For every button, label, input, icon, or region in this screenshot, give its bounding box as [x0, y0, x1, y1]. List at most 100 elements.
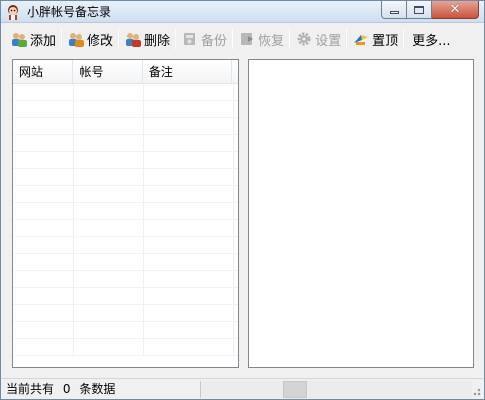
close-icon: ✕ [449, 1, 461, 17]
edit-user-icon [69, 33, 85, 47]
column-header-website[interactable]: 网站 [13, 60, 74, 84]
list-row-empty [13, 339, 238, 356]
list-cell-empty [144, 271, 234, 287]
list-row-empty [13, 135, 238, 152]
add-user-icon [12, 33, 27, 47]
list-body[interactable] [13, 84, 238, 356]
add-button[interactable]: 添加 [7, 27, 59, 51]
list-cell-empty [144, 186, 234, 202]
list-cell-empty [144, 118, 234, 134]
list-cell-empty [13, 305, 74, 321]
fat-character-icon [8, 5, 18, 20]
list-cell-empty [74, 288, 144, 304]
backup-button[interactable]: 备份 [178, 27, 230, 51]
list-row-empty [13, 220, 238, 237]
list-cell-empty [74, 169, 144, 185]
toolbar-separator [175, 29, 177, 49]
list-cell-empty [74, 135, 144, 151]
list-cell-empty [144, 254, 234, 270]
restore-button[interactable]: 恢复 [235, 27, 287, 51]
status-bar: 当前共有 0 条数据 [1, 378, 484, 399]
status-progress-track [202, 381, 472, 398]
list-cell-empty [13, 203, 74, 219]
account-list[interactable]: 网站 帐号 备注 [12, 59, 239, 368]
maximize-icon [414, 5, 424, 14]
list-cell-empty [13, 84, 74, 100]
list-cell-empty [74, 152, 144, 168]
toolbar-separator [403, 29, 405, 49]
list-row-empty [13, 322, 238, 339]
list-cell-empty [13, 322, 74, 338]
list-cell-empty [144, 237, 234, 253]
list-row-empty [13, 254, 238, 271]
list-row-empty [13, 84, 238, 101]
minimize-icon [389, 11, 399, 14]
delete-user-icon [126, 33, 142, 47]
list-cell-empty [13, 152, 74, 168]
toolbar: 添加 修改 删除 备份 恢复 设置 置顶 更多... [1, 25, 484, 53]
list-cell-empty [13, 339, 74, 355]
list-cell-empty [13, 220, 74, 236]
column-header-account[interactable]: 帐号 [73, 60, 143, 84]
list-row-empty [13, 101, 238, 118]
more-button[interactable]: 更多... [406, 27, 453, 51]
list-cell-empty [13, 118, 74, 134]
list-cell-empty [144, 203, 234, 219]
window-title: 小胖帐号备忘录 [27, 5, 112, 19]
list-cell-empty [74, 305, 144, 321]
list-row-empty [13, 169, 238, 186]
list-cell-empty [74, 186, 144, 202]
list-row-empty [13, 152, 238, 169]
list-cell-empty [13, 135, 74, 151]
resize-grip[interactable] [471, 386, 481, 396]
toolbar-separator [232, 29, 234, 49]
maximize-button[interactable] [407, 1, 432, 19]
list-cell-empty [74, 118, 144, 134]
delete-button[interactable]: 删除 [121, 27, 173, 51]
list-row-empty [13, 186, 238, 203]
toolbar-separator [346, 29, 348, 49]
status-divider [200, 381, 201, 398]
list-cell-empty [144, 135, 234, 151]
list-cell-empty [144, 169, 234, 185]
edit-label: 修改 [87, 33, 114, 49]
list-cell-empty [144, 305, 234, 321]
edit-button[interactable]: 修改 [64, 27, 116, 51]
record-count: 0 [62, 382, 71, 396]
more-label: 更多... [412, 33, 451, 49]
list-cell-empty [13, 186, 74, 202]
main-window: 小胖帐号备忘录 ✕ 添加 修改 删除 备份 恢复 设置 置顶 更多... 网站 … [0, 0, 485, 400]
settings-button[interactable]: 设置 [292, 27, 344, 51]
list-cell-empty [144, 152, 234, 168]
title-bar[interactable]: 小胖帐号备忘录 ✕ [1, 1, 484, 23]
list-cell-empty [74, 271, 144, 287]
list-cell-empty [144, 322, 234, 338]
list-cell-empty [144, 288, 234, 304]
list-row-empty [13, 118, 238, 135]
list-cell-empty [144, 220, 234, 236]
column-header-note[interactable]: 备注 [143, 60, 232, 84]
toolbar-separator [61, 29, 63, 49]
list-row-empty [13, 271, 238, 288]
minimize-button[interactable] [381, 1, 407, 19]
list-cell-empty [13, 254, 74, 270]
pin-button[interactable]: 置顶 [349, 27, 401, 51]
close-button[interactable]: ✕ [432, 1, 479, 19]
list-cell-empty [13, 101, 74, 117]
list-row-empty [13, 203, 238, 220]
detail-panel[interactable] [248, 59, 474, 368]
list-cell-empty [144, 84, 234, 100]
gear-icon [297, 32, 311, 46]
toolbar-separator [118, 29, 120, 49]
list-cell-empty [13, 237, 74, 253]
toolbar-separator [289, 29, 291, 49]
list-cell-empty [13, 271, 74, 287]
list-cell-empty [74, 339, 144, 355]
list-cell-empty [13, 288, 74, 304]
status-progress-indicator [283, 381, 307, 398]
list-row-empty [13, 288, 238, 305]
list-row-empty [13, 237, 238, 254]
status-text: 当前共有 0 条数据 [6, 382, 115, 397]
settings-label: 设置 [315, 33, 342, 49]
list-cell-empty [74, 220, 144, 236]
